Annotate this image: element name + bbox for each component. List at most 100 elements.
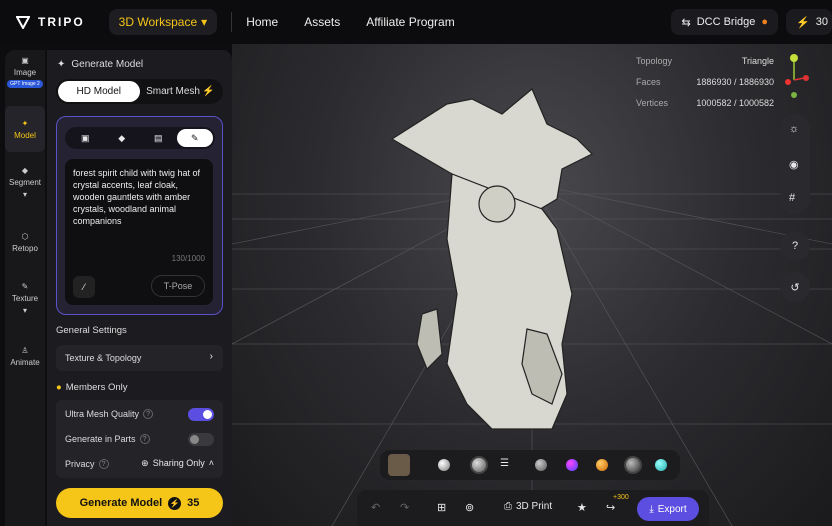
prompt-input[interactable]: forest spirit child with twig hat of cry… [65, 159, 213, 305]
privacy-label: Privacy? [65, 459, 109, 469]
topology-value: Triangle [741, 55, 774, 66]
caret-down-icon: ▾ [22, 306, 27, 315]
nav-affiliate[interactable]: Affiliate Program [366, 15, 454, 29]
sliders-icon[interactable]: ☰ [500, 458, 509, 469]
rail-segment-label: Segment [8, 178, 42, 187]
camera-icon[interactable]: ◉ [789, 158, 799, 171]
rail-model[interactable]: ✦ Model [5, 106, 45, 152]
rail-model-label: Model [14, 130, 36, 140]
view-tools: ☼ ◉ # [780, 114, 810, 214]
axis-gizmo-icon[interactable] [782, 50, 812, 100]
material-orange-icon[interactable] [596, 459, 608, 471]
magic-wand-icon[interactable]: ⁄ [73, 276, 95, 298]
figure-icon: ♙ [21, 346, 29, 355]
undo-icon[interactable]: ↶ [371, 501, 380, 514]
parts-label: Generate in Parts? [65, 434, 150, 444]
retopo-icon: ⬡ [21, 232, 29, 241]
image-mode-icon[interactable]: ▣ [67, 129, 104, 147]
chevron-right-icon: › [209, 351, 213, 362]
thumbnail[interactable] [388, 454, 410, 476]
help-icon[interactable]: ? [143, 409, 154, 419]
print-label: 3D Print [516, 501, 553, 512]
model-type-toggle: HD Model Smart Mesh ⚡ [56, 79, 223, 104]
help-icon[interactable]: ? [780, 231, 810, 261]
material-clay-icon[interactable] [470, 456, 488, 474]
members-only-text: Members Only [65, 382, 128, 393]
grid-icon[interactable]: # [789, 192, 795, 204]
material-bar: ☰ [380, 450, 680, 480]
mesh-stats: Topology Triangle Faces 1886930 / 1886930 … [636, 50, 774, 113]
workspace-dropdown[interactable]: 3D Workspace ▾ [108, 9, 218, 35]
lightning-icon: ⚡ [796, 16, 810, 29]
nav-home[interactable]: Home [246, 15, 278, 29]
character-model [390, 88, 594, 430]
privacy-select[interactable]: ⊕ Sharing Only ˄ [141, 458, 214, 469]
credits-button[interactable]: ⚡ 30 [786, 9, 832, 35]
brush-icon: ✎ [21, 282, 29, 291]
rail-segment[interactable]: ◆ Segment ▾ [5, 166, 45, 216]
topology-label: Topology [636, 55, 673, 66]
help-icon[interactable]: ? [139, 434, 150, 444]
help-icon[interactable]: ? [98, 459, 109, 469]
tripo-logo-icon [16, 16, 30, 29]
rail-retopo[interactable]: ⬡ Retopo [5, 232, 45, 262]
globe-icon: ⊕ [141, 458, 149, 468]
ultra-mesh-toggle[interactable] [188, 408, 214, 421]
parts-toggle[interactable] [188, 433, 214, 446]
parts-text: Generate in Parts [65, 434, 136, 444]
privacy-text: Privacy [65, 459, 95, 469]
rail-image[interactable]: ▣ Image GPT Image 2 [5, 56, 45, 102]
material-white-icon[interactable] [438, 459, 450, 471]
vertices-label: Vertices [636, 97, 669, 108]
lightning-icon: ⚡ [201, 86, 215, 97]
material-teal-icon[interactable] [655, 459, 667, 471]
generate-model-button[interactable]: Generate Model ⚡ 35 [56, 488, 223, 518]
rail-retopo-label: Retopo [12, 244, 38, 253]
history-icon[interactable]: ↺ [780, 272, 810, 302]
rail-texture[interactable]: ✎ Texture ▾ [5, 282, 45, 322]
panel-title: ✦ Generate Model [57, 59, 143, 70]
members-only-title: ● Members Only [56, 382, 128, 393]
download-icon: ⤓ [649, 503, 654, 515]
print-button[interactable]: ⎙ 3D Print [504, 501, 552, 512]
texture-topology-row[interactable]: Texture & Topology › [56, 345, 223, 371]
caret-down-icon: ▾ [201, 15, 208, 29]
export-button[interactable]: ⤓ Export [637, 497, 699, 521]
logo[interactable]: TRIPO [16, 15, 85, 29]
credits-value: 30 [815, 16, 828, 28]
generate-panel: ✦ Generate Model HD Model Smart Mesh ⚡ ▣ … [47, 50, 232, 526]
planet-icon[interactable]: ⊚ [465, 501, 474, 514]
share-icon[interactable]: ↪ [606, 501, 615, 514]
hd-model-tab[interactable]: HD Model [58, 81, 140, 102]
generate-label: Generate Model [79, 497, 163, 509]
smart-mesh-tab[interactable]: Smart Mesh ⚡ [140, 81, 222, 102]
dcc-bridge-button[interactable]: ⇆ DCC Bridge ● [671, 9, 779, 35]
rail-animate[interactable]: ♙ Animate [5, 346, 45, 376]
print-icon: ⎙ [504, 501, 512, 512]
char-count: 130/1000 [171, 254, 205, 263]
pen-mode-icon[interactable]: ✎ [176, 129, 213, 147]
crown-icon: ● [56, 382, 62, 393]
bridge-icon: ⇆ [681, 16, 691, 29]
input-mode-row: ▣ ◆ ▤ ✎ [65, 127, 215, 149]
material-normal-icon[interactable] [566, 459, 578, 471]
gift-icon[interactable]: ⊞ [437, 501, 446, 514]
nav-assets[interactable]: Assets [304, 15, 340, 29]
star-icon[interactable]: ★ [577, 501, 587, 514]
light-icon[interactable]: ☼ [789, 123, 799, 135]
multi-image-mode-icon[interactable]: ▤ [140, 129, 177, 147]
material-dark-icon[interactable] [624, 456, 642, 474]
rail-texture-label: Texture [11, 294, 39, 303]
top-bar: TRIPO 3D Workspace ▾ Home Assets Affilia… [0, 0, 832, 44]
cube-icon: ◆ [21, 166, 29, 175]
caret-up-icon: ˄ [208, 458, 214, 468]
sharing-value: Sharing Only [152, 458, 205, 468]
redo-icon[interactable]: ↷ [400, 501, 409, 514]
general-settings-title: General Settings [56, 325, 127, 336]
panel-title-text: Generate Model [71, 59, 144, 70]
caret-down-icon: ▾ [22, 190, 27, 199]
cube-mode-icon[interactable]: ◆ [104, 129, 141, 147]
material-grey-icon[interactable] [535, 459, 547, 471]
sparkle-icon: ✦ [57, 59, 66, 70]
tpose-button[interactable]: T-Pose [151, 275, 205, 297]
